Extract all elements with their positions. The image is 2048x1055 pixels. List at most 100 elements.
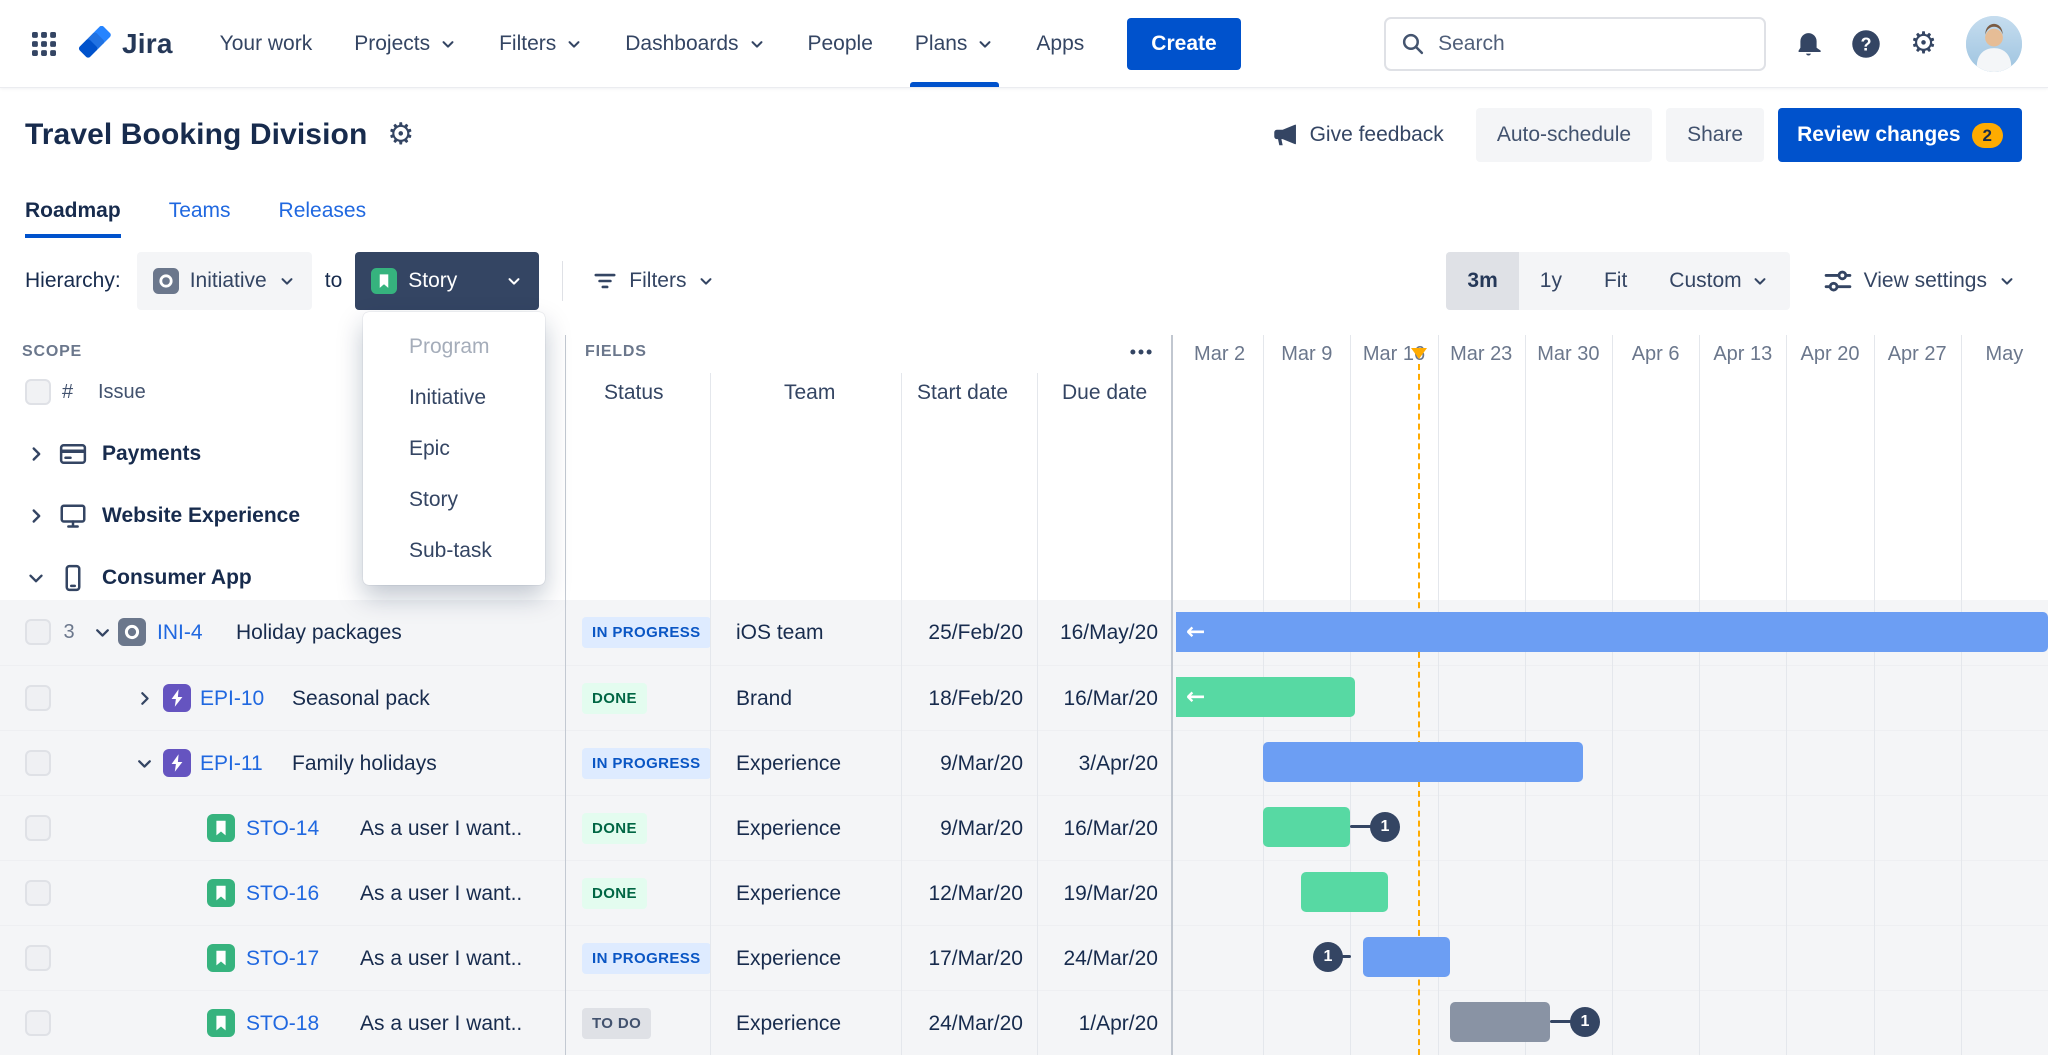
chevron-right-icon[interactable] — [25, 505, 47, 527]
gantt-bar-sto-16[interactable] — [1301, 872, 1388, 912]
row-checkbox[interactable] — [25, 750, 51, 776]
team-cell[interactable]: Experience — [736, 861, 841, 926]
row-checkbox[interactable] — [25, 815, 51, 841]
row-checkbox[interactable] — [25, 945, 51, 971]
chevron-down-icon[interactable] — [25, 567, 47, 589]
notifications-button[interactable] — [1795, 30, 1822, 57]
settings-button[interactable]: ⚙ — [1910, 28, 1937, 59]
status-badge[interactable]: DONE — [582, 683, 647, 714]
menu-item-epic[interactable]: Epic — [363, 423, 545, 474]
help-button[interactable]: ? — [1851, 29, 1881, 59]
nav-item-projects[interactable]: Projects — [333, 0, 478, 87]
menu-item-story[interactable]: Story — [363, 474, 545, 525]
nav-item-apps[interactable]: Apps — [1015, 0, 1105, 87]
zoom-option-3m[interactable]: 3m — [1446, 252, 1519, 310]
nav-item-filters[interactable]: Filters — [478, 0, 604, 87]
filters-button[interactable]: Filters — [586, 267, 721, 295]
scope-fields-divider[interactable] — [565, 335, 566, 1055]
tab-releases[interactable]: Releases — [279, 199, 367, 238]
due-date-cell[interactable]: 3/Apr/20 — [1038, 731, 1158, 796]
menu-item-sub-task[interactable]: Sub-task — [363, 525, 545, 576]
status-column-header[interactable]: Status — [604, 381, 664, 405]
status-badge[interactable]: DONE — [582, 813, 647, 844]
nav-item-dashboards[interactable]: Dashboards — [604, 0, 786, 87]
start-date-column-header[interactable]: Start date — [917, 381, 1008, 405]
due-date-cell[interactable]: 19/Mar/20 — [1038, 861, 1158, 926]
issue-key[interactable]: STO-16 — [246, 861, 319, 926]
app-switcher-button[interactable] — [28, 28, 60, 60]
team-column-header[interactable]: Team — [784, 381, 835, 405]
issue-key[interactable]: STO-17 — [246, 926, 319, 991]
start-date-cell[interactable]: 9/Mar/20 — [903, 796, 1023, 861]
select-all-checkbox[interactable] — [25, 379, 51, 405]
create-button[interactable]: Create — [1127, 17, 1241, 70]
status-badge[interactable]: DONE — [582, 878, 647, 909]
zoom-option-fit[interactable]: Fit — [1583, 252, 1648, 310]
table-row-sto-14[interactable]: STO-14 As a user I want.. DONE Experience 9/… — [0, 795, 2048, 860]
chevron-down-icon[interactable] — [92, 622, 113, 643]
give-feedback-button[interactable]: Give feedback — [1265, 120, 1450, 150]
start-date-cell[interactable]: 24/Mar/20 — [903, 991, 1023, 1055]
start-date-cell[interactable]: 9/Mar/20 — [903, 731, 1023, 796]
nav-item-plans[interactable]: Plans — [894, 0, 1016, 87]
avatar[interactable] — [1966, 15, 2022, 72]
gantt-bar-epi-11[interactable] — [1263, 742, 1583, 782]
due-date-column-header[interactable]: Due date — [1062, 381, 1147, 405]
gantt-bar-sto-14[interactable] — [1263, 807, 1350, 847]
row-checkbox[interactable] — [25, 619, 51, 645]
due-date-cell[interactable]: 16/Mar/20 — [1038, 796, 1158, 861]
start-date-cell[interactable]: 25/Feb/20 — [903, 600, 1023, 665]
due-date-cell[interactable]: 24/Mar/20 — [1038, 926, 1158, 991]
chevron-right-icon[interactable] — [134, 688, 155, 709]
fields-timeline-divider[interactable] — [1171, 335, 1173, 1055]
start-date-cell[interactable]: 18/Feb/20 — [903, 666, 1023, 731]
share-button[interactable]: Share — [1666, 108, 1765, 162]
gantt-bar-ini-4[interactable]: ← — [1176, 612, 2048, 652]
status-badge[interactable]: IN PROGRESS — [582, 943, 711, 974]
table-row-epi-10[interactable]: EPI-10 Seasonal pack DONE Brand 18/Feb/20 16/… — [0, 665, 2048, 730]
search-input[interactable] — [1436, 30, 1751, 57]
due-date-cell[interactable]: 16/Mar/20 — [1038, 666, 1158, 731]
status-badge[interactable]: IN PROGRESS — [582, 617, 711, 648]
issue-key[interactable]: EPI-11 — [200, 731, 263, 796]
menu-item-initiative[interactable]: Initiative — [363, 372, 545, 423]
team-cell[interactable]: Experience — [736, 731, 841, 796]
row-checkbox[interactable] — [25, 880, 51, 906]
chevron-down-icon[interactable] — [134, 753, 155, 774]
zoom-option-1y[interactable]: 1y — [1519, 252, 1583, 310]
tab-teams[interactable]: Teams — [169, 199, 231, 238]
plan-settings-button[interactable]: ⚙ — [387, 120, 414, 150]
gantt-bar-sto-17[interactable] — [1363, 937, 1450, 977]
table-row-epi-11[interactable]: EPI-11 Family holidays IN PROGRESS Experien… — [0, 730, 2048, 795]
table-row-sto-18[interactable]: STO-18 As a user I want.. TO DO Experience 2… — [0, 990, 2048, 1055]
team-cell[interactable]: Experience — [736, 991, 841, 1055]
dependency-badge[interactable]: 1 — [1570, 1007, 1600, 1037]
team-cell[interactable]: Brand — [736, 666, 792, 731]
status-badge[interactable]: IN PROGRESS — [582, 748, 711, 779]
jira-logo[interactable]: Jira — [78, 25, 173, 62]
tab-roadmap[interactable]: Roadmap — [25, 199, 121, 238]
dependency-badge[interactable]: 1 — [1313, 942, 1343, 972]
gantt-bar-epi-10[interactable]: ← — [1176, 677, 1355, 717]
row-checkbox[interactable] — [25, 685, 51, 711]
table-row-sto-16[interactable]: STO-16 As a user I want.. DONE Experience 12… — [0, 860, 2048, 925]
start-date-cell[interactable]: 17/Mar/20 — [903, 926, 1023, 991]
issue-key[interactable]: EPI-10 — [200, 666, 264, 731]
review-changes-button[interactable]: Review changes 2 — [1778, 108, 2022, 162]
team-cell[interactable]: Experience — [736, 796, 841, 861]
view-settings-button[interactable]: View settings — [1817, 265, 2022, 297]
due-date-cell[interactable]: 1/Apr/20 — [1038, 991, 1158, 1055]
team-cell[interactable]: Experience — [736, 926, 841, 991]
issue-key[interactable]: STO-18 — [246, 991, 319, 1055]
hierarchy-from-select[interactable]: Initiative — [136, 252, 312, 310]
status-badge[interactable]: TO DO — [582, 1008, 652, 1039]
auto-schedule-button[interactable]: Auto-schedule — [1475, 108, 1653, 162]
team-cell[interactable]: iOS team — [736, 600, 824, 665]
table-row-sto-17[interactable]: STO-17 As a user I want.. IN PROGRESS Exper… — [0, 925, 2048, 990]
more-fields-button[interactable] — [1124, 339, 1158, 365]
hierarchy-to-select[interactable]: Story — [355, 252, 540, 310]
start-date-cell[interactable]: 12/Mar/20 — [903, 861, 1023, 926]
global-search[interactable] — [1384, 16, 1767, 71]
nav-item-your-work[interactable]: Your work — [199, 0, 334, 87]
row-checkbox[interactable] — [25, 1010, 51, 1036]
